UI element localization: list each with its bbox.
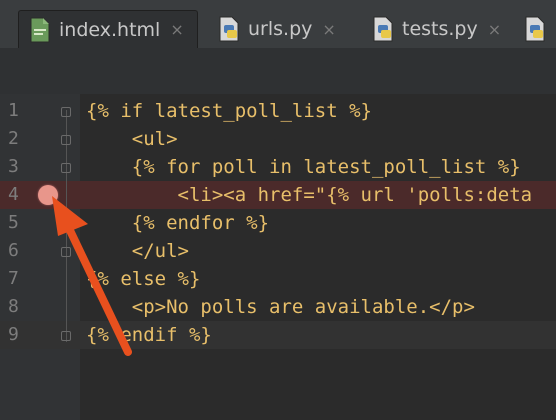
arrow-annotation-icon [52, 196, 132, 356]
